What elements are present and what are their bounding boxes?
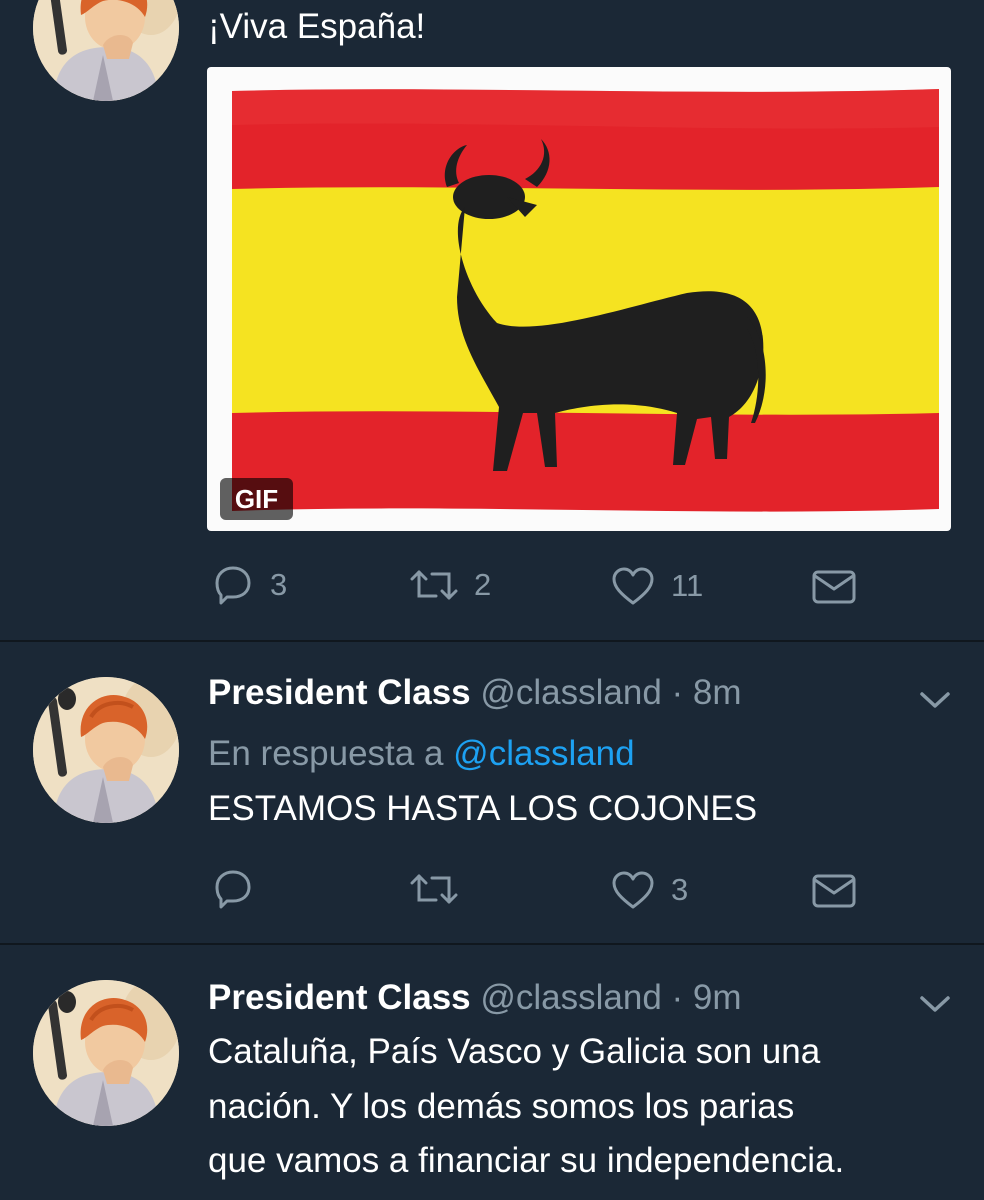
direct-message-button[interactable] <box>812 570 856 604</box>
tweet-separator <box>0 943 984 945</box>
reply-icon <box>215 870 251 909</box>
direct-message-icon <box>812 570 856 604</box>
reply-button[interactable]: 3 <box>212 564 287 606</box>
retweet-icon <box>410 874 458 904</box>
tweet-header: President Class @classland · 9m <box>208 971 742 1025</box>
chevron-down-icon[interactable] <box>918 688 952 712</box>
reply-count: 3 <box>270 567 288 602</box>
like-icon <box>612 567 654 605</box>
tweet-header: President Class @classland · 8m <box>208 666 742 720</box>
direct-message-button[interactable] <box>812 874 856 908</box>
gif-badge: GIF <box>220 478 293 520</box>
tweet-gif-media[interactable]: GIF <box>207 67 951 531</box>
tweet-separator <box>0 640 984 642</box>
avatar[interactable] <box>33 0 179 101</box>
avatar[interactable] <box>33 980 179 1126</box>
tweet-text: ESTAMOS HASTA LOS COJONES <box>208 789 758 828</box>
tweet-text-line: Cataluña, País Vasco y Galicia son una <box>208 1032 821 1071</box>
reply-to-link[interactable]: @classland <box>453 734 634 773</box>
like-count: 3 <box>671 872 689 907</box>
avatar[interactable] <box>33 677 179 823</box>
direct-message-icon <box>812 874 856 908</box>
reply-icon <box>215 566 251 605</box>
tweet-text-line: que vamos a financiar su independencia. <box>208 1141 845 1180</box>
retweet-button[interactable]: 2 <box>410 566 491 604</box>
like-button[interactable]: 3 <box>611 870 688 910</box>
like-count: 11 <box>671 568 704 603</box>
like-button[interactable]: 11 <box>611 566 703 606</box>
display-name[interactable]: President Class <box>208 673 471 712</box>
retweet-button[interactable] <box>410 870 474 908</box>
display-name[interactable]: President Class <box>208 978 471 1017</box>
tweet-text: ¡Viva España! <box>208 7 426 46</box>
retweet-icon <box>410 570 458 600</box>
spain-bull-flag-image <box>232 89 939 512</box>
like-icon <box>612 871 654 909</box>
timestamp[interactable]: · 8m <box>672 673 742 712</box>
handle[interactable]: @classland <box>480 978 661 1017</box>
tweet-text-line: nación. Y los demás somos los parias <box>208 1087 795 1126</box>
retweet-count: 2 <box>474 567 492 602</box>
reply-context: En respuesta a @classland <box>208 727 635 781</box>
reply-prefix: En respuesta a <box>208 734 444 773</box>
chevron-down-icon[interactable] <box>918 992 952 1016</box>
handle[interactable]: @classland <box>480 673 661 712</box>
timestamp[interactable]: · 9m <box>672 978 742 1017</box>
reply-button[interactable] <box>212 868 270 910</box>
